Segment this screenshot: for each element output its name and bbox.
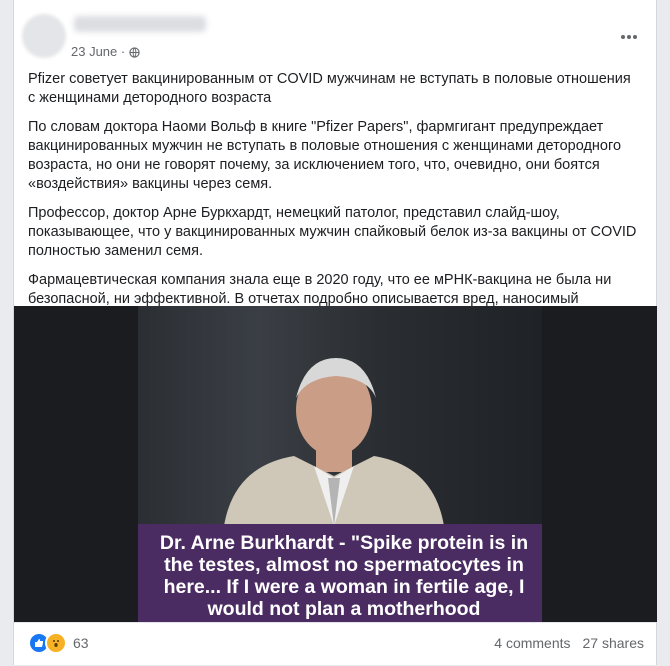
video-caption: Dr. Arne Burkhardt - "Spike protein is i… [159, 532, 529, 620]
author-name-redacted[interactable] [74, 16, 206, 32]
speaker-image [224, 358, 444, 526]
reaction-count: 63 [73, 635, 89, 651]
engagement-stats: 4 comments 27 shares [494, 635, 644, 651]
post-card: 23 June · Pfizer советует вакцинированны… [13, 0, 657, 665]
post-paragraph: По словам доктора Наоми Вольф в книге "P… [28, 119, 622, 192]
post-footer: 63 4 comments 27 shares [14, 622, 656, 666]
post-meta: 23 June · [71, 44, 140, 59]
comments-link[interactable]: 4 comments [494, 635, 570, 651]
author-avatar[interactable] [22, 14, 66, 58]
post-header: 23 June · [14, 0, 656, 70]
shares-link[interactable]: 27 shares [583, 635, 644, 651]
post-paragraph: Профессор, доктор Арне Буркхардт, немецк… [28, 205, 637, 259]
post-video[interactable]: Dr. Arne Burkhardt - "Spike protein is i… [14, 306, 657, 622]
post-paragraph: Pfizer советует вакцинированным от COVID… [28, 71, 631, 106]
post-text: Pfizer советует вакцинированным от COVID… [28, 70, 638, 338]
reactions-summary[interactable]: 63 [28, 632, 89, 654]
globe-icon [129, 46, 140, 58]
post-date[interactable]: 23 June · [71, 44, 125, 59]
wow-reaction-icon [45, 632, 67, 654]
more-options-icon[interactable] [620, 34, 638, 40]
